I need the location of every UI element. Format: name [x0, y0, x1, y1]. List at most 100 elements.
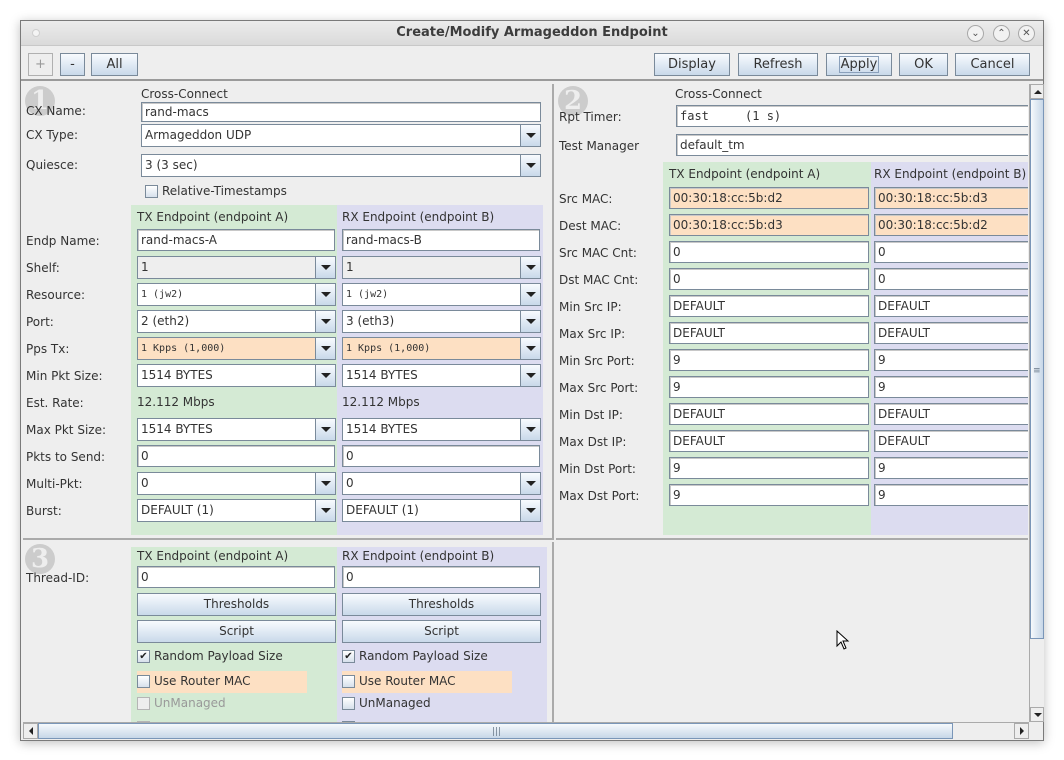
- tx-pps-select[interactable]: 1 Kpps (1,000): [137, 337, 336, 360]
- tx-script-button[interactable]: Script: [137, 620, 336, 643]
- test-manager-input[interactable]: default_tm: [676, 134, 1028, 156]
- rx-mac-ip-input[interactable]: 00:30:18:cc:5b:d2: [874, 214, 1028, 236]
- rx-mac-ip-input[interactable]: 00:30:18:cc:5b:d3: [874, 187, 1028, 209]
- cx-name-input[interactable]: rand-macs: [141, 102, 541, 122]
- all-button[interactable]: All: [91, 53, 138, 76]
- rx-thresholds-button[interactable]: Thresholds: [342, 593, 541, 616]
- checkbox-icon[interactable]: [137, 675, 150, 688]
- chevron-down-icon[interactable]: [315, 311, 335, 332]
- remove-panel-button[interactable]: -: [60, 53, 85, 76]
- rx-mac-ip-input[interactable]: 0: [874, 241, 1028, 263]
- quiesce-select[interactable]: 3 (3 sec): [141, 154, 541, 177]
- rx-script-button[interactable]: Script: [342, 620, 541, 643]
- cancel-button[interactable]: Cancel: [955, 53, 1030, 76]
- rx-mac-ip-input[interactable]: 9: [874, 457, 1028, 479]
- chevron-down-icon[interactable]: [520, 155, 540, 176]
- scroll-left-icon[interactable]: [23, 723, 38, 739]
- tx-mac-ip-input[interactable]: DEFAULT: [669, 322, 869, 344]
- tx-mac-ip-input[interactable]: 9: [669, 376, 869, 398]
- tx-pkts-to-send-input[interactable]: 0: [137, 445, 335, 467]
- chevron-down-icon[interactable]: [315, 365, 335, 386]
- tx-min-pkt-size-select[interactable]: 1514 BYTES: [137, 364, 336, 387]
- ok-button[interactable]: OK: [899, 53, 948, 76]
- horizontal-scrollbar[interactable]: |||: [23, 722, 1029, 739]
- chevron-down-icon[interactable]: [520, 365, 540, 386]
- maximize-button[interactable]: ⌃: [993, 25, 1010, 42]
- rx-pps-select[interactable]: 1 Kpps (1,000): [342, 337, 541, 360]
- tx-mac-ip-input[interactable]: 9: [669, 484, 869, 506]
- rx-mac-ip-input[interactable]: DEFAULT: [874, 403, 1028, 425]
- rx-shelf-select[interactable]: 1: [342, 256, 541, 279]
- rx-unmanaged-checkbox[interactable]: UnManaged: [342, 695, 512, 713]
- scroll-up-icon[interactable]: [1030, 84, 1044, 99]
- tx-random-payload-checkbox[interactable]: ✔ Random Payload Size: [137, 648, 327, 666]
- rx-min-pkt-size-select[interactable]: 1514 BYTES: [342, 364, 541, 387]
- chevron-down-icon[interactable]: [520, 500, 540, 521]
- rx-mac-ip-input[interactable]: DEFAULT: [874, 322, 1028, 344]
- checkbox-checked-icon[interactable]: ✔: [137, 650, 150, 663]
- vertical-scroll-thumb[interactable]: ≡: [1030, 99, 1044, 639]
- chevron-down-icon[interactable]: [315, 284, 335, 305]
- rpt-timer-input[interactable]: fast (1 s): [676, 105, 1028, 127]
- tx-mac-ip-input[interactable]: 00:30:18:cc:5b:d3: [669, 214, 869, 236]
- rx-thread-id-input[interactable]: 0: [342, 566, 540, 588]
- chevron-down-icon[interactable]: [315, 338, 335, 359]
- tx-thresholds-button[interactable]: Thresholds: [137, 593, 336, 616]
- tx-mac-ip-input[interactable]: 0: [669, 241, 869, 263]
- checkbox-icon[interactable]: [342, 697, 355, 710]
- tx-burst-select[interactable]: DEFAULT (1): [137, 499, 336, 522]
- rx-mac-ip-input[interactable]: DEFAULT: [874, 295, 1028, 317]
- scroll-right-icon[interactable]: [1014, 723, 1029, 739]
- rx-mac-ip-input[interactable]: DEFAULT: [874, 430, 1028, 452]
- tx-port-select[interactable]: 2 (eth2): [137, 310, 336, 333]
- apply-button[interactable]: Apply: [826, 53, 892, 76]
- rx-random-payload-checkbox[interactable]: ✔ Random Payload Size: [342, 648, 532, 666]
- tx-multi-pkt-select[interactable]: 0: [137, 472, 336, 495]
- rx-use-router-mac-checkbox[interactable]: Use Router MAC: [342, 671, 512, 693]
- chevron-down-icon[interactable]: [520, 473, 540, 494]
- chevron-down-icon[interactable]: [520, 419, 540, 440]
- chevron-down-icon[interactable]: [520, 311, 540, 332]
- display-button[interactable]: Display: [654, 53, 730, 76]
- checkbox-icon[interactable]: [145, 185, 158, 198]
- rx-endp-name-input[interactable]: rand-macs-B: [342, 229, 540, 251]
- cx-type-select[interactable]: Armageddon UDP: [141, 124, 541, 147]
- rx-burst-select[interactable]: DEFAULT (1): [342, 499, 541, 522]
- rx-multi-pkt-select[interactable]: 0: [342, 472, 541, 495]
- horizontal-scroll-thumb[interactable]: |||: [38, 723, 953, 739]
- tx-endp-name-input[interactable]: rand-macs-A: [137, 229, 335, 251]
- rx-mac-ip-input[interactable]: 9: [874, 376, 1028, 398]
- rx-max-pkt-size-select[interactable]: 1514 BYTES: [342, 418, 541, 441]
- chevron-down-icon[interactable]: [315, 473, 335, 494]
- checkbox-checked-icon[interactable]: ✔: [342, 650, 355, 663]
- tx-mac-ip-input[interactable]: DEFAULT: [669, 430, 869, 452]
- rx-mac-ip-input[interactable]: 9: [874, 349, 1028, 371]
- tx-max-pkt-size-select[interactable]: 1514 BYTES: [137, 418, 336, 441]
- chevron-down-icon[interactable]: [520, 125, 540, 146]
- refresh-button[interactable]: Refresh: [738, 53, 818, 76]
- rx-resource-select[interactable]: 1 (jw2): [342, 283, 541, 306]
- rx-mac-ip-input[interactable]: 0: [874, 268, 1028, 290]
- tx-mac-ip-input[interactable]: DEFAULT: [669, 295, 869, 317]
- tx-mac-ip-input[interactable]: DEFAULT: [669, 403, 869, 425]
- chevron-down-icon[interactable]: [520, 284, 540, 305]
- chevron-down-icon[interactable]: [315, 257, 335, 278]
- checkbox-icon[interactable]: [342, 675, 355, 688]
- tx-mac-ip-input[interactable]: 9: [669, 457, 869, 479]
- scroll-down-icon[interactable]: [1030, 707, 1044, 722]
- tx-shelf-select[interactable]: 1: [137, 256, 336, 279]
- tx-mac-ip-input[interactable]: 0: [669, 268, 869, 290]
- tx-thread-id-input[interactable]: 0: [137, 566, 335, 588]
- vertical-scrollbar[interactable]: ≡: [1029, 84, 1044, 722]
- chevron-down-icon[interactable]: [315, 500, 335, 521]
- rx-mac-ip-input[interactable]: 9: [874, 484, 1028, 506]
- tx-use-router-mac-checkbox[interactable]: Use Router MAC: [137, 671, 307, 693]
- minimize-button[interactable]: ⌄: [967, 25, 984, 42]
- chevron-down-icon[interactable]: [520, 338, 540, 359]
- relative-timestamps-checkbox[interactable]: Relative-Timestamps: [145, 183, 325, 201]
- tx-mac-ip-input[interactable]: 00:30:18:cc:5b:d2: [669, 187, 869, 209]
- title-bar[interactable]: Create/Modify Armageddon Endpoint ⌄ ⌃ ✕: [21, 21, 1043, 46]
- tx-mac-ip-input[interactable]: 9: [669, 349, 869, 371]
- close-button[interactable]: ✕: [1018, 25, 1035, 42]
- rx-port-select[interactable]: 3 (eth3): [342, 310, 541, 333]
